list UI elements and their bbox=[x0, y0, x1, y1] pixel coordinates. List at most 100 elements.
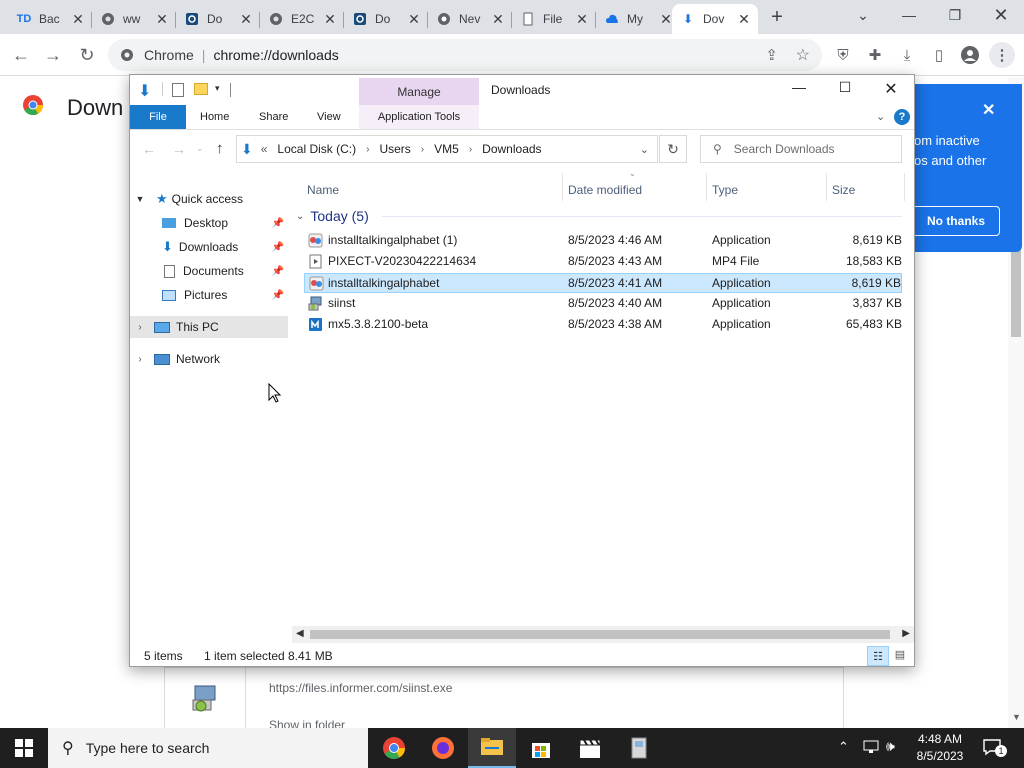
column-separator[interactable] bbox=[562, 173, 563, 201]
file-row[interactable]: PIXECT-V20230422214634 8/5/2023 4:43 AM … bbox=[304, 252, 902, 272]
new-folder-icon[interactable] bbox=[194, 83, 208, 95]
expand-chevron-icon[interactable]: › bbox=[130, 354, 150, 365]
overflow-chevron-icon[interactable]: « bbox=[261, 142, 268, 156]
column-separator[interactable] bbox=[706, 173, 707, 201]
new-tab-button[interactable]: + bbox=[766, 5, 788, 29]
taskbar-date[interactable]: 8/5/2023 bbox=[912, 749, 968, 763]
browser-tab[interactable]: ww ✕ bbox=[92, 4, 176, 34]
tab-search-chevron-icon[interactable]: ⌄ bbox=[840, 0, 886, 30]
forward-arrow-icon[interactable]: → bbox=[172, 141, 186, 157]
breadcrumb-chevron-icon[interactable]: › bbox=[469, 144, 472, 155]
scroll-down-arrow-icon[interactable]: ▼ bbox=[1012, 712, 1021, 722]
expand-ribbon-chevron-icon[interactable]: ⌄ bbox=[876, 110, 885, 123]
close-tab-icon[interactable]: ✕ bbox=[154, 11, 170, 28]
taskbar-chrome-app[interactable] bbox=[370, 728, 418, 768]
column-separator[interactable] bbox=[904, 173, 905, 201]
shield-extension-icon[interactable]: ⛨ bbox=[830, 42, 856, 68]
breadcrumb-item[interactable]: Users bbox=[379, 142, 410, 156]
taskbar-clapper-app[interactable] bbox=[566, 728, 614, 768]
address-bar[interactable]: Chrome | chrome://downloads ⇪ ☆ bbox=[108, 39, 822, 71]
side-panel-icon[interactable]: ▯ bbox=[926, 42, 952, 68]
nav-downloads[interactable]: ⬇ Downloads 📌 bbox=[130, 236, 288, 258]
details-view-icon[interactable]: ☷ bbox=[867, 646, 889, 666]
menu-kebab-icon[interactable]: ⋮ bbox=[989, 42, 1015, 68]
share-icon[interactable]: ⇪ bbox=[765, 46, 778, 64]
horizontal-scrollbar[interactable]: ◀ ▶ bbox=[292, 626, 914, 643]
sort-chevron-icon[interactable]: ⌄ bbox=[629, 169, 636, 178]
column-header-type[interactable]: Type bbox=[712, 178, 738, 202]
column-separator[interactable] bbox=[826, 173, 827, 201]
puzzle-extensions-icon[interactable]: ✚ bbox=[862, 42, 888, 68]
taskbar-firefox-app[interactable] bbox=[419, 728, 467, 768]
download-icon[interactable]: ⤓ bbox=[894, 42, 920, 68]
properties-icon[interactable] bbox=[172, 83, 184, 97]
close-tab-icon[interactable]: ✕ bbox=[322, 11, 338, 28]
up-arrow-icon[interactable]: ↑ bbox=[216, 140, 224, 157]
ribbon-tab-share[interactable]: Share bbox=[259, 105, 288, 129]
file-row[interactable]: siinst 8/5/2023 4:40 AM Application 3,83… bbox=[304, 294, 902, 314]
nav-documents[interactable]: Documents 📌 bbox=[130, 260, 288, 282]
customize-qat-dropdown-icon[interactable]: ▾ bbox=[215, 83, 220, 94]
nav-network[interactable]: › Network bbox=[130, 348, 288, 370]
search-input[interactable]: ⚲ Search Downloads bbox=[700, 135, 902, 163]
pin-icon[interactable]: 📌 bbox=[272, 218, 284, 229]
large-icons-view-icon[interactable]: ▤ bbox=[892, 648, 908, 664]
start-button[interactable] bbox=[0, 728, 48, 768]
address-bar[interactable]: ⬇ « Local Disk (C:) › Users › VM5 › Down… bbox=[236, 135, 658, 163]
no-thanks-button[interactable]: No thanks bbox=[912, 206, 1000, 236]
nav-this-pc[interactable]: › This PC bbox=[130, 316, 288, 338]
download-url-link[interactable]: https://files.informer.com/siinst.exe bbox=[269, 681, 452, 695]
profile-avatar[interactable] bbox=[957, 42, 983, 68]
close-tab-icon[interactable]: ✕ bbox=[574, 11, 590, 28]
minimize-icon[interactable]: — bbox=[886, 0, 932, 30]
show-hidden-icons-chevron-icon[interactable]: ⌃ bbox=[838, 739, 849, 755]
breadcrumb-chevron-icon[interactable]: › bbox=[366, 144, 369, 155]
taskbar-installer-app[interactable] bbox=[615, 728, 663, 768]
nav-quick-access[interactable]: ▼ ★ Quick access bbox=[130, 188, 288, 210]
ribbon-tab-home[interactable]: Home bbox=[200, 105, 229, 129]
browser-tab[interactable]: TD Bac ✕ bbox=[8, 4, 92, 34]
pin-icon[interactable]: 📌 bbox=[272, 266, 284, 277]
taskbar-time[interactable]: 4:48 AM bbox=[912, 732, 968, 746]
forward-arrow-icon[interactable]: → bbox=[38, 40, 68, 70]
expand-chevron-icon[interactable]: › bbox=[130, 322, 150, 333]
close-popup-icon[interactable]: ✕ bbox=[982, 100, 995, 120]
browser-tab[interactable]: Nev ✕ bbox=[428, 4, 512, 34]
volume-icon[interactable]: 🕪 bbox=[886, 738, 895, 755]
browser-tab[interactable]: File ✕ bbox=[512, 4, 596, 34]
browser-tab[interactable]: Do ✕ bbox=[176, 4, 260, 34]
browser-tab[interactable]: E2C ✕ bbox=[260, 4, 344, 34]
breadcrumb-item[interactable]: VM5 bbox=[434, 142, 459, 156]
back-arrow-icon[interactable]: ← bbox=[6, 40, 36, 70]
taskbar-search-box[interactable]: ⚲ Type here to search bbox=[48, 728, 368, 768]
back-arrow-icon[interactable]: ← bbox=[142, 141, 156, 157]
pin-icon[interactable]: 📌 bbox=[272, 242, 284, 253]
ribbon-tab-application-tools[interactable]: Application Tools bbox=[359, 105, 479, 129]
pin-icon[interactable]: 📌 bbox=[272, 290, 284, 301]
restore-icon[interactable]: ❐ bbox=[932, 0, 978, 30]
ribbon-tab-view[interactable]: View bbox=[317, 105, 341, 129]
recent-locations-chevron-icon[interactable]: ⌄ bbox=[196, 143, 204, 154]
file-row-selected[interactable]: installtalkingalphabet 8/5/2023 4:41 AM … bbox=[304, 273, 902, 293]
browser-tab[interactable]: Do ✕ bbox=[344, 4, 428, 34]
address-dropdown-icon[interactable]: ⌄ bbox=[640, 143, 649, 156]
column-header-date[interactable]: Date modified bbox=[568, 178, 642, 202]
file-row[interactable]: mx5.3.8.2100-beta 8/5/2023 4:38 AM Appli… bbox=[304, 315, 902, 335]
breadcrumb-chevron-icon[interactable]: › bbox=[421, 144, 424, 155]
close-tab-icon[interactable]: ✕ bbox=[406, 11, 422, 28]
manage-tab[interactable]: Manage bbox=[359, 78, 479, 106]
nav-pictures[interactable]: Pictures 📌 bbox=[130, 284, 288, 306]
file-row[interactable]: installtalkingalphabet (1) 8/5/2023 4:46… bbox=[304, 231, 902, 251]
scroll-right-arrow-icon[interactable]: ▶ bbox=[902, 628, 910, 639]
close-tab-icon[interactable]: ✕ bbox=[238, 11, 254, 28]
scroll-left-arrow-icon[interactable]: ◀ bbox=[296, 628, 304, 639]
star-icon[interactable]: ☆ bbox=[796, 45, 810, 65]
scrollbar-thumb[interactable] bbox=[310, 630, 890, 639]
close-window-icon[interactable]: ✕ bbox=[868, 79, 914, 101]
column-header-size[interactable]: Size bbox=[832, 178, 855, 202]
column-header-name[interactable]: Name bbox=[307, 178, 339, 202]
network-status-icon[interactable] bbox=[862, 738, 880, 754]
browser-tab-active[interactable]: ⬇ Dov ✕ bbox=[672, 4, 758, 34]
close-tab-icon[interactable]: ✕ bbox=[736, 11, 752, 28]
browser-tab[interactable]: My ✕ bbox=[596, 4, 680, 34]
